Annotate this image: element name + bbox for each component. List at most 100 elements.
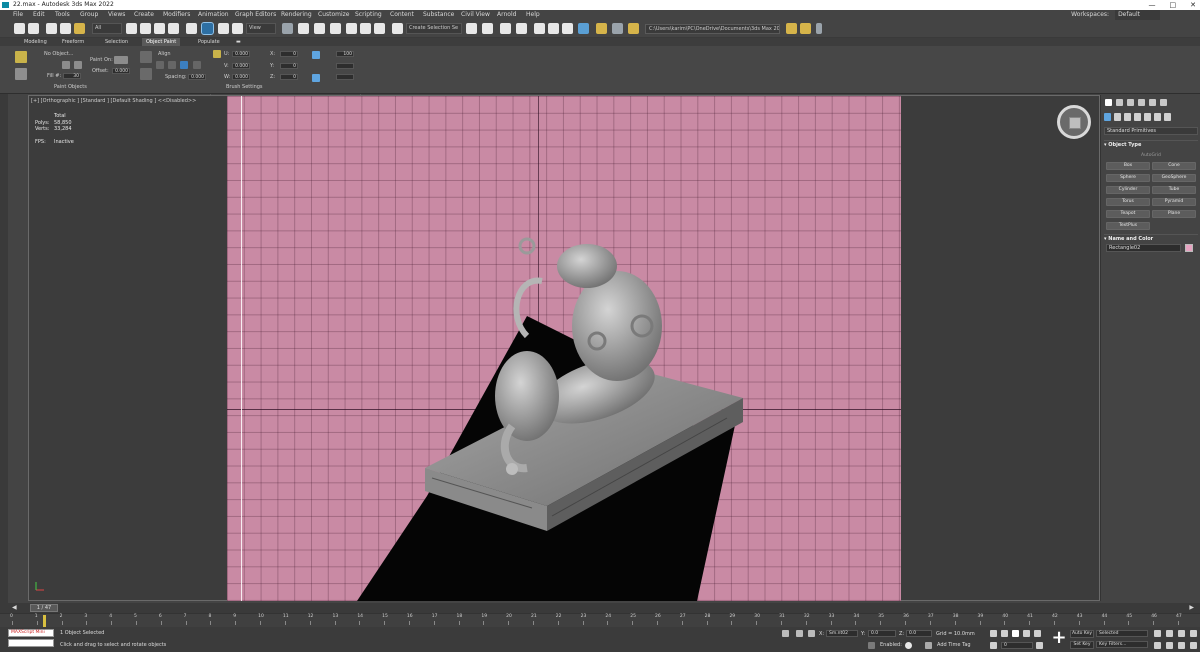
pick-object-icon[interactable] [62,61,70,69]
axis-z-button[interactable] [180,61,188,69]
curve-editor-icon[interactable] [548,23,559,34]
pan-view-icon[interactable] [1166,642,1173,649]
track-bar[interactable]: 0 1 2 3 4 5 6 7 8 9 10 11 12 13 14 15 16 17 18 19 20 21 22 23 24… [0,613,1200,627]
cylinder-button[interactable]: Cylinder [1106,186,1150,194]
motion-tab-icon[interactable] [1138,99,1145,106]
object-color-swatch[interactable] [1185,244,1193,252]
selection-filter-dropdown[interactable]: All [92,23,122,34]
menu-create[interactable]: Create [134,10,154,20]
offset-field[interactable]: 0.000 [112,68,130,74]
paint-objects-group-label[interactable]: Paint Objects [54,84,87,90]
menu-views[interactable]: Views [108,10,125,20]
scene-explorer-icon[interactable] [500,23,511,34]
menu-content[interactable]: Content [390,10,414,20]
viewcube-face[interactable] [1069,117,1081,129]
display-tab-icon[interactable] [1149,99,1156,106]
x-coord-field[interactable]: Sm.nt02 [826,630,858,637]
selection-lock-icon[interactable] [796,630,803,637]
time-tag-icon[interactable] [925,642,932,649]
scale-percent-field[interactable]: 100 [336,51,354,57]
next-key-icon[interactable] [1023,630,1030,637]
go-to-start-icon[interactable] [990,630,997,637]
lights-icon[interactable] [1124,113,1131,121]
menu-graph-editors[interactable]: Graph Editors [235,10,276,20]
angle-snap-icon[interactable] [346,23,357,34]
field-of-view-icon[interactable] [1154,642,1161,649]
align-dropdown[interactable]: Align [158,51,171,57]
name-and-color-rollout[interactable]: ▾ Name and Color [1104,234,1198,242]
scale-lock-icon[interactable] [312,51,320,59]
flip-axis-button[interactable] [193,61,201,69]
time-configuration-icon[interactable] [1036,642,1043,649]
render-production-icon[interactable] [628,23,639,34]
zoom-all-icon[interactable] [1166,630,1173,637]
scale-icon[interactable] [218,23,229,34]
time-slider[interactable]: 1 / 47 [30,604,58,612]
mirror-icon[interactable] [466,23,477,34]
zoom-extents-all-icon[interactable] [1190,630,1197,637]
object-type-rollout[interactable]: ▾ Object Type [1104,140,1198,148]
v-field[interactable]: 0.000 [232,63,250,69]
create-tab-icon[interactable] [1105,99,1112,106]
previous-frame-icon[interactable] [1001,630,1008,637]
tab-modeling[interactable]: Modeling [20,38,51,46]
add-time-tag[interactable]: Add Time Tag [937,642,971,648]
menu-substance[interactable]: Substance [423,10,454,20]
tab-selection[interactable]: Selection [101,38,132,46]
menu-arnold[interactable]: Arnold [497,10,516,20]
textplus-button[interactable]: TextPlus [1106,222,1150,230]
utilities-tab-icon[interactable] [1160,99,1167,106]
set-project-icon[interactable] [800,23,811,34]
menu-rendering[interactable]: Rendering [281,10,312,20]
plane-button[interactable]: Plane [1152,210,1196,218]
transform-mode-icon[interactable] [808,630,815,637]
tab-populate[interactable]: Populate [194,38,224,46]
menu-modifiers[interactable]: Modifiers [163,10,190,20]
cone-button[interactable]: Cone [1152,162,1196,170]
rotate-icon[interactable] [201,22,214,35]
sphere-button[interactable]: Sphere [1106,174,1150,182]
y-field[interactable]: 0 [280,63,298,69]
helpers-icon[interactable] [1144,113,1151,121]
x-field[interactable]: 0 [280,51,298,57]
menu-scripting[interactable]: Scripting [355,10,382,20]
open-folder-icon[interactable] [786,23,797,34]
align-icon[interactable] [482,23,493,34]
reference-coordinate-dropdown[interactable]: View [246,23,276,34]
enabled-toggle[interactable] [905,642,912,649]
scale-y-field[interactable] [336,63,354,69]
space-warps-icon[interactable] [1154,113,1161,121]
random-scale-icon[interactable] [312,74,320,82]
spacing-field[interactable]: 0.000 [188,74,206,80]
layer-explorer-icon[interactable] [516,23,527,34]
tab-freeform[interactable]: Freeform [58,38,88,46]
cameras-icon[interactable] [1134,113,1141,121]
next-frame-icon[interactable]: ▶ [1189,604,1194,611]
percent-snap-icon[interactable] [360,23,371,34]
primitive-category-dropdown[interactable]: Standard Primitives [1104,127,1198,135]
menu-group[interactable]: Group [80,10,98,20]
set-key-plus-icon[interactable]: + [1050,629,1068,648]
adaptive-degradation-icon[interactable] [868,642,875,649]
edit-list-icon[interactable] [74,61,82,69]
geosphere-button[interactable]: GeoSphere [1152,174,1196,182]
bind-space-warp-icon[interactable] [74,23,85,34]
isolate-selection-icon[interactable] [782,630,789,637]
orbit-icon[interactable] [1178,642,1185,649]
go-to-end-icon[interactable] [1034,630,1041,637]
menu-animation[interactable]: Animation [198,10,229,20]
close-icon[interactable]: ✕ [1190,0,1196,10]
snaps-toggle-icon[interactable] [330,23,341,34]
select-by-name-icon[interactable] [140,23,151,34]
menu-file[interactable]: File [13,10,23,20]
time-slider-bar[interactable]: 1 / 47 ◀ ▶ [0,603,1200,613]
ribbon-toggle-button[interactable]: ▬ [232,38,245,46]
auto-key-button[interactable]: Auto Key [1070,630,1094,638]
box-button[interactable]: Box [1106,162,1150,170]
minimize-icon[interactable]: — [1149,0,1156,10]
workspaces-dropdown[interactable]: Default [1115,10,1160,20]
material-editor-icon[interactable] [578,23,589,34]
torus-button[interactable]: Torus [1106,198,1150,206]
u-field[interactable]: 0.000 [232,51,250,57]
paint-brush-icon[interactable] [15,51,27,63]
